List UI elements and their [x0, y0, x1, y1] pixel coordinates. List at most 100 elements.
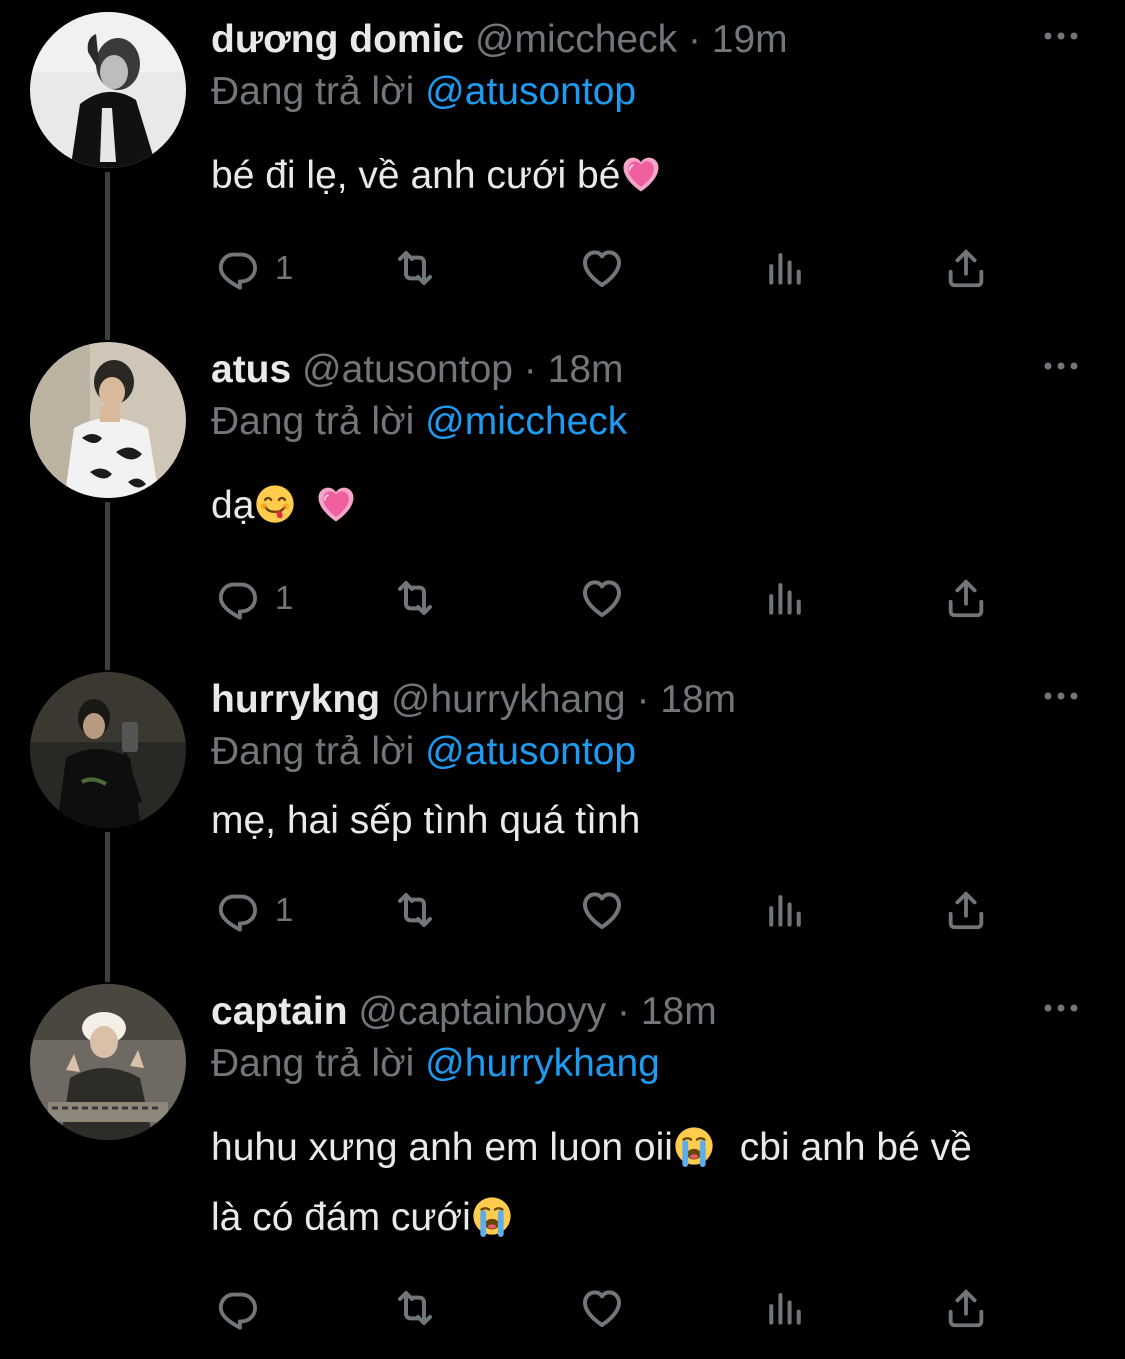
display-name[interactable]: atus [211, 348, 291, 391]
share-icon [943, 245, 989, 291]
replying-to: Đang trả lời @hurrykhang [211, 1038, 660, 1090]
display-name[interactable]: dương domic [211, 18, 464, 61]
user-handle[interactable]: @captainboyy [358, 990, 606, 1033]
tweet[interactable]: hurrykng @hurrykhang · 18m Đang trả lời … [0, 660, 1125, 976]
replying-to-handle[interactable]: @atusontop [425, 730, 636, 773]
reply-count: 1 [275, 891, 294, 928]
share-icon [943, 887, 989, 933]
like-button[interactable] [578, 570, 626, 626]
replying-to-label: Đang trả lời [211, 1042, 415, 1085]
pink-heart-emoji-icon [620, 153, 662, 195]
tweet-header: hurrykng @hurrykhang · 18m [211, 674, 736, 726]
tweet-header: captain @captainboyy · 18m [211, 986, 717, 1038]
views-button[interactable] [763, 882, 807, 938]
retweet-button[interactable] [391, 1280, 439, 1336]
replying-to-handle[interactable]: @hurrykhang [425, 1042, 660, 1085]
display-name[interactable]: hurrykng [211, 678, 380, 721]
reply-button[interactable]: 1 [215, 240, 293, 296]
tweet-text-content: dạ [211, 484, 255, 527]
avatar[interactable] [30, 984, 186, 1140]
reply-icon [215, 887, 261, 933]
avatar[interactable] [30, 342, 186, 498]
share-icon [943, 575, 989, 621]
retweet-button[interactable] [391, 882, 439, 938]
replying-to-handle[interactable]: @miccheck [425, 400, 627, 443]
separator-dot: · [636, 678, 650, 721]
pink-heart-emoji-icon [315, 483, 357, 525]
tweet[interactable]: dương domic @miccheck · 19m Đang trả lời… [0, 0, 1125, 330]
reply-icon [215, 575, 261, 621]
tweet[interactable]: captain @captainboyy · 18m Đang trả lời … [0, 972, 1125, 1359]
like-button[interactable] [578, 1280, 626, 1336]
user-handle[interactable]: @atusontop [302, 348, 513, 391]
retweet-icon [391, 244, 439, 292]
user-handle[interactable]: @hurrykhang [391, 678, 626, 721]
more-icon[interactable] [1041, 686, 1081, 706]
tweet[interactable]: atus @atusontop · 18m Đang trả lời @micc… [0, 330, 1125, 660]
timestamp[interactable]: 18m [660, 678, 736, 721]
like-icon [578, 1284, 626, 1332]
share-button[interactable] [943, 1280, 989, 1336]
loudly-crying-face-emoji-icon [673, 1125, 715, 1167]
tweet-text-content: bé đi lẹ, về anh cưới bé [211, 154, 621, 197]
user-handle[interactable]: @miccheck [475, 18, 677, 61]
display-name[interactable]: captain [211, 990, 348, 1033]
tweet-text-content: huhu xưng anh em luon oii [211, 1126, 673, 1169]
timestamp[interactable]: 18m [641, 990, 717, 1033]
share-button[interactable] [943, 240, 989, 296]
tweet-text-content: là có đám cưới [211, 1196, 471, 1239]
like-icon [578, 244, 626, 292]
replying-to: Đang trả lời @atusontop [211, 66, 636, 118]
tweet-text-line: là có đám cưới [211, 1183, 1091, 1253]
share-button[interactable] [943, 570, 989, 626]
separator-dot: · [687, 18, 701, 61]
reply-button[interactable] [215, 1280, 275, 1336]
tweet-actions: 1 [211, 570, 1091, 626]
reply-button[interactable]: 1 [215, 570, 293, 626]
timestamp[interactable]: 19m [712, 18, 788, 61]
tweet-actions: 1 [211, 240, 1091, 296]
share-button[interactable] [943, 882, 989, 938]
retweet-icon [391, 574, 439, 622]
reply-button[interactable]: 1 [215, 882, 293, 938]
views-button[interactable] [763, 1280, 807, 1336]
replying-to: Đang trả lời @miccheck [211, 396, 627, 448]
savoring-food-face-emoji-icon [254, 483, 296, 525]
more-icon[interactable] [1041, 356, 1081, 376]
views-button[interactable] [763, 570, 807, 626]
avatar[interactable] [30, 12, 186, 168]
retweet-icon [391, 886, 439, 934]
like-icon [578, 574, 626, 622]
reply-count: 1 [275, 579, 294, 616]
views-icon [763, 1286, 807, 1330]
tweet-text: dạ [211, 471, 1091, 541]
more-icon[interactable] [1041, 998, 1081, 1018]
views-icon [763, 888, 807, 932]
retweet-button[interactable] [391, 570, 439, 626]
like-icon [578, 886, 626, 934]
replying-to-handle[interactable]: @atusontop [425, 70, 636, 113]
views-icon [763, 246, 807, 290]
tweet-text-content: cbi anh bé về [739, 1126, 972, 1169]
tweet-actions: 1 [211, 882, 1091, 938]
more-icon[interactable] [1041, 26, 1081, 46]
replying-to-label: Đang trả lời [211, 400, 415, 443]
tweet-header: dương domic @miccheck · 19m [211, 14, 788, 66]
timestamp[interactable]: 18m [548, 348, 624, 391]
tweet-text: huhu xưng anh em luon oii cbi anh bé về … [211, 1113, 1091, 1253]
replying-to: Đang trả lời @atusontop [211, 726, 636, 778]
like-button[interactable] [578, 240, 626, 296]
reply-icon [215, 1285, 261, 1331]
tweet-actions [211, 1280, 1091, 1336]
tweet-text: bé đi lẹ, về anh cưới bé [211, 141, 1091, 211]
views-icon [763, 576, 807, 620]
views-button[interactable] [763, 240, 807, 296]
loudly-crying-face-emoji-icon [471, 1195, 513, 1237]
avatar[interactable] [30, 672, 186, 828]
like-button[interactable] [578, 882, 626, 938]
reply-count: 1 [275, 249, 294, 286]
retweet-button[interactable] [391, 240, 439, 296]
tweet-text: mẹ, hai sếp tình quá tình [211, 786, 1091, 856]
tweet-text-content: mẹ, hai sếp tình quá tình [211, 799, 641, 842]
reply-icon [215, 245, 261, 291]
